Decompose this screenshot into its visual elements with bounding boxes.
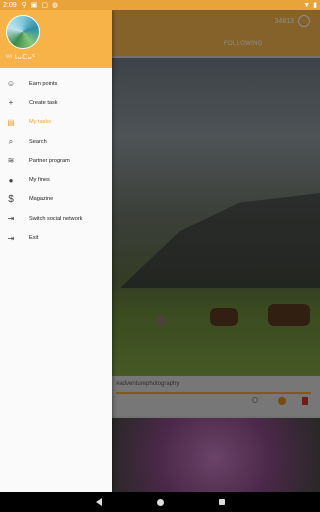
search-icon: ⌕: [8, 136, 14, 146]
menu-item-label: Switch social network: [29, 215, 83, 222]
menu-item-label: Exit: [29, 235, 39, 242]
menu-item-switch-social-network[interactable]: ⇥ Switch social network: [0, 209, 112, 228]
notification-icon: ▣: [30, 2, 38, 9]
battery-icon: ▮: [313, 2, 317, 9]
username: ᵘᵃ Ꙇᴗᑕᴗᑦ: [6, 54, 36, 61]
menu-item-label: Magazine: [29, 196, 54, 203]
sync-icon: ◍: [52, 2, 59, 9]
switch-icon: ⇥: [7, 214, 15, 224]
location-icon: ⚲: [21, 2, 27, 9]
menu-item-my-tasks[interactable]: ▤ My tasks: [0, 113, 112, 132]
smiley-icon: ☺: [6, 79, 16, 89]
home-icon[interactable]: [156, 498, 164, 506]
partner-icon: ≋: [7, 156, 15, 166]
exit-icon: ⇥: [7, 233, 15, 243]
navigation-drawer: ᵘᵃ Ꙇᴗᑕᴗᑦ ☺ Earn points + Create task ▤ M…: [0, 10, 112, 492]
menu-item-label: Earn points: [29, 80, 58, 87]
back-icon[interactable]: [95, 498, 102, 506]
drawer-menu: ☺ Earn points + Create task ▤ My tasks ⌕…: [0, 68, 112, 248]
menu-item-label: My fines: [29, 177, 50, 184]
calendar-icon: ▤: [7, 117, 15, 127]
square-icon: ▢: [41, 2, 49, 9]
menu-item-label: My tasks: [29, 119, 52, 126]
status-time: 2:09: [3, 1, 17, 9]
menu-item-magazine[interactable]: $ Magazine: [0, 190, 112, 209]
plus-icon: +: [8, 98, 14, 108]
menu-item-label: Create task: [29, 99, 58, 106]
dollar-icon: $: [8, 193, 14, 205]
status-bar: 2:09 ⚲ ▣ ▢ ◍ ▼ ▮: [0, 0, 320, 10]
menu-item-create-task[interactable]: + Create task: [0, 93, 112, 112]
menu-item-partner-program[interactable]: ≋ Partner program: [0, 151, 112, 170]
recents-icon[interactable]: [218, 499, 225, 505]
drawer-header: ᵘᵃ Ꙇᴗᑕᴗᑦ: [0, 10, 112, 68]
menu-item-my-fines[interactable]: ● My fines: [0, 170, 112, 189]
menu-item-exit[interactable]: ⇥ Exit: [0, 228, 112, 247]
avatar[interactable]: [6, 15, 40, 49]
alert-icon: ●: [8, 175, 14, 185]
menu-item-earn-points[interactable]: ☺ Earn points: [0, 74, 112, 93]
wifi-icon: ▼: [303, 1, 311, 9]
menu-item-label: Partner program: [29, 157, 70, 164]
menu-item-label: Search: [29, 138, 47, 145]
system-nav-bar: [0, 492, 320, 512]
menu-item-search[interactable]: ⌕ Search: [0, 132, 112, 151]
